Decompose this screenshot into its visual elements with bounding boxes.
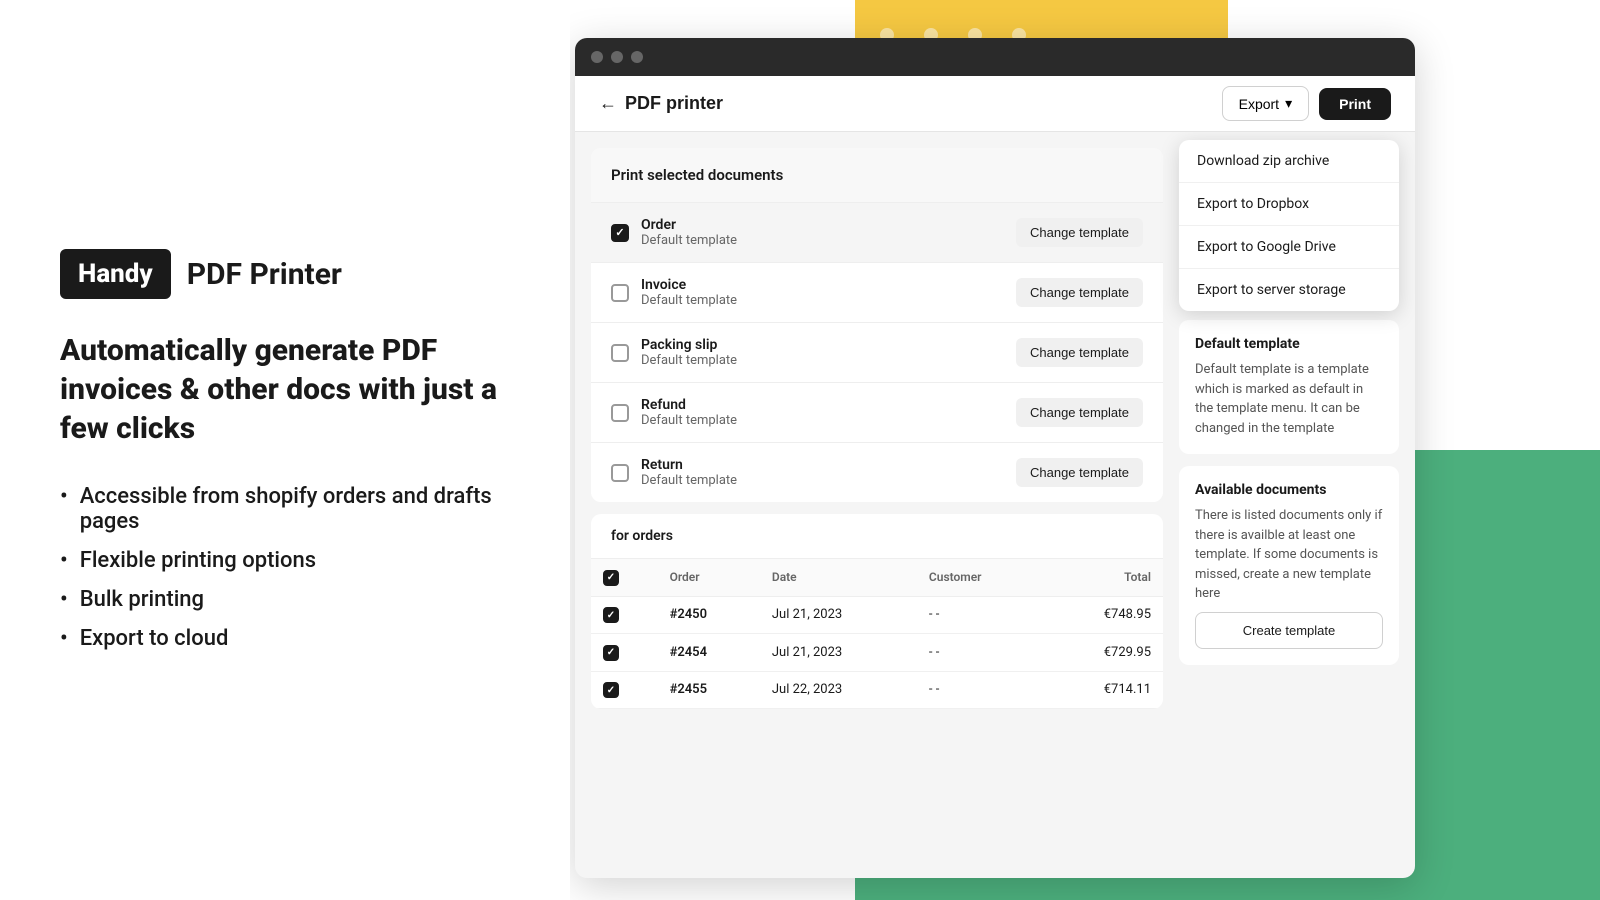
row-checkbox[interactable]: [603, 682, 619, 698]
back-button[interactable]: ← PDF printer: [599, 93, 723, 114]
row-total: €748.95: [1044, 596, 1163, 634]
dropdown-download-zip[interactable]: Download zip archive: [1179, 140, 1399, 183]
return-checkbox[interactable]: [611, 464, 629, 482]
row-checkbox[interactable]: [603, 607, 619, 623]
logo-container: Handy PDF Printer: [60, 249, 510, 299]
feature-item: Export to cloud: [60, 626, 510, 651]
dropdown-export-dropbox[interactable]: Export to Dropbox: [1179, 183, 1399, 226]
feature-item: Accessible from shopify orders and draft…: [60, 484, 510, 534]
orders-card: for orders Order Date Customer Total: [591, 514, 1163, 709]
dropdown-export-gdrive[interactable]: Export to Google Drive: [1179, 226, 1399, 269]
feature-item: Flexible printing options: [60, 548, 510, 573]
left-panel: Handy PDF Printer Automatically generate…: [0, 0, 570, 900]
traffic-light-2: [611, 51, 623, 63]
export-label: Export: [1239, 96, 1279, 112]
select-all-checkbox[interactable]: [603, 570, 619, 586]
col-customer: Customer: [917, 559, 1044, 596]
row-checkbox-cell: [591, 671, 658, 709]
table-row: #2450 Jul 21, 2023 - - €748.95: [591, 596, 1163, 634]
refund-checkbox[interactable]: [611, 404, 629, 422]
order-doc-name: Order: [641, 217, 1004, 233]
col-checkbox: [591, 559, 658, 596]
export-button[interactable]: Export ▾: [1222, 86, 1310, 121]
refund-doc-template: Default template: [641, 413, 1004, 428]
right-panel: Download zip archive Export to Dropbox E…: [1179, 148, 1399, 862]
invoice-doc-template: Default template: [641, 293, 1004, 308]
refund-change-template-button[interactable]: Change template: [1016, 398, 1143, 427]
order-change-template-button[interactable]: Change template: [1016, 218, 1143, 247]
export-dropdown-menu: Download zip archive Export to Dropbox E…: [1179, 140, 1399, 311]
default-template-card: Default template Default template is a t…: [1179, 320, 1399, 454]
row-checkbox-cell: [591, 634, 658, 672]
doc-row-refund: Refund Default template Change template: [591, 383, 1163, 443]
row-date: Jul 21, 2023: [760, 634, 917, 672]
row-order-id: #2454: [658, 634, 760, 672]
traffic-light-3: [631, 51, 643, 63]
tagline: Automatically generate PDF invoices & ot…: [60, 331, 510, 448]
return-doc-name: Return: [641, 457, 1004, 473]
order-checkbox[interactable]: [611, 224, 629, 242]
packing-slip-change-template-button[interactable]: Change template: [1016, 338, 1143, 367]
row-customer: - -: [917, 671, 1044, 709]
row-date: Jul 22, 2023: [760, 671, 917, 709]
table-row: #2455 Jul 22, 2023 - - €714.11: [591, 671, 1163, 709]
invoice-checkbox[interactable]: [611, 284, 629, 302]
available-docs-description: There is listed documents only if there …: [1195, 506, 1383, 604]
header-actions: Export ▾ Print: [1222, 86, 1391, 121]
col-total: Total: [1044, 559, 1163, 596]
row-customer: - -: [917, 596, 1044, 634]
row-total: €714.11: [1044, 671, 1163, 709]
row-date: Jul 21, 2023: [760, 596, 917, 634]
create-template-button[interactable]: Create template: [1195, 612, 1383, 649]
page-title: PDF printer: [625, 93, 723, 114]
invoice-change-template-button[interactable]: Change template: [1016, 278, 1143, 307]
features-list: Accessible from shopify orders and draft…: [60, 484, 510, 651]
doc-row-invoice: Invoice Default template Change template: [591, 263, 1163, 323]
packing-slip-doc-name: Packing slip: [641, 337, 1004, 353]
row-customer: - -: [917, 634, 1044, 672]
feature-item: Bulk printing: [60, 587, 510, 612]
app-window: ← PDF printer Export ▾ Print Print selec…: [575, 38, 1415, 878]
orders-header: for orders: [591, 514, 1163, 559]
packing-slip-doc-template: Default template: [641, 353, 1004, 368]
default-template-title: Default template: [1195, 336, 1383, 352]
col-date: Date: [760, 559, 917, 596]
logo-product: PDF Printer: [187, 257, 342, 292]
title-bar: [575, 38, 1415, 76]
default-template-description: Default template is a template which is …: [1195, 360, 1383, 438]
col-order: Order: [658, 559, 760, 596]
print-documents-card: Print selected documents Order Default t…: [591, 148, 1163, 502]
row-checkbox[interactable]: [603, 645, 619, 661]
order-doc-template: Default template: [641, 233, 1004, 248]
row-order-id: #2455: [658, 671, 760, 709]
invoice-doc-name: Invoice: [641, 277, 1004, 293]
doc-row-return: Return Default template Change template: [591, 443, 1163, 502]
refund-doc-name: Refund: [641, 397, 1004, 413]
doc-row-order: Order Default template Change template: [591, 203, 1163, 263]
table-row: #2454 Jul 21, 2023 - - €729.95: [591, 634, 1163, 672]
logo-brand: Handy: [60, 249, 171, 299]
row-checkbox-cell: [591, 596, 658, 634]
traffic-light-1: [591, 51, 603, 63]
print-button[interactable]: Print: [1319, 88, 1391, 120]
available-docs-card: Available documents There is listed docu…: [1179, 466, 1399, 665]
back-arrow-icon: ←: [599, 93, 617, 114]
orders-table: Order Date Customer Total #2450 Jul 21, …: [591, 559, 1163, 709]
return-doc-template: Default template: [641, 473, 1004, 488]
return-change-template-button[interactable]: Change template: [1016, 458, 1143, 487]
print-documents-header: Print selected documents: [591, 148, 1163, 203]
available-docs-title: Available documents: [1195, 482, 1383, 498]
row-total: €729.95: [1044, 634, 1163, 672]
dropdown-export-server[interactable]: Export to server storage: [1179, 269, 1399, 311]
doc-row-packing-slip: Packing slip Default template Change tem…: [591, 323, 1163, 383]
documents-panel: Print selected documents Order Default t…: [591, 148, 1163, 862]
app-header: ← PDF printer Export ▾ Print: [575, 76, 1415, 132]
chevron-down-icon: ▾: [1285, 95, 1292, 112]
app-content: Print selected documents Order Default t…: [575, 132, 1415, 878]
row-order-id: #2450: [658, 596, 760, 634]
packing-slip-checkbox[interactable]: [611, 344, 629, 362]
